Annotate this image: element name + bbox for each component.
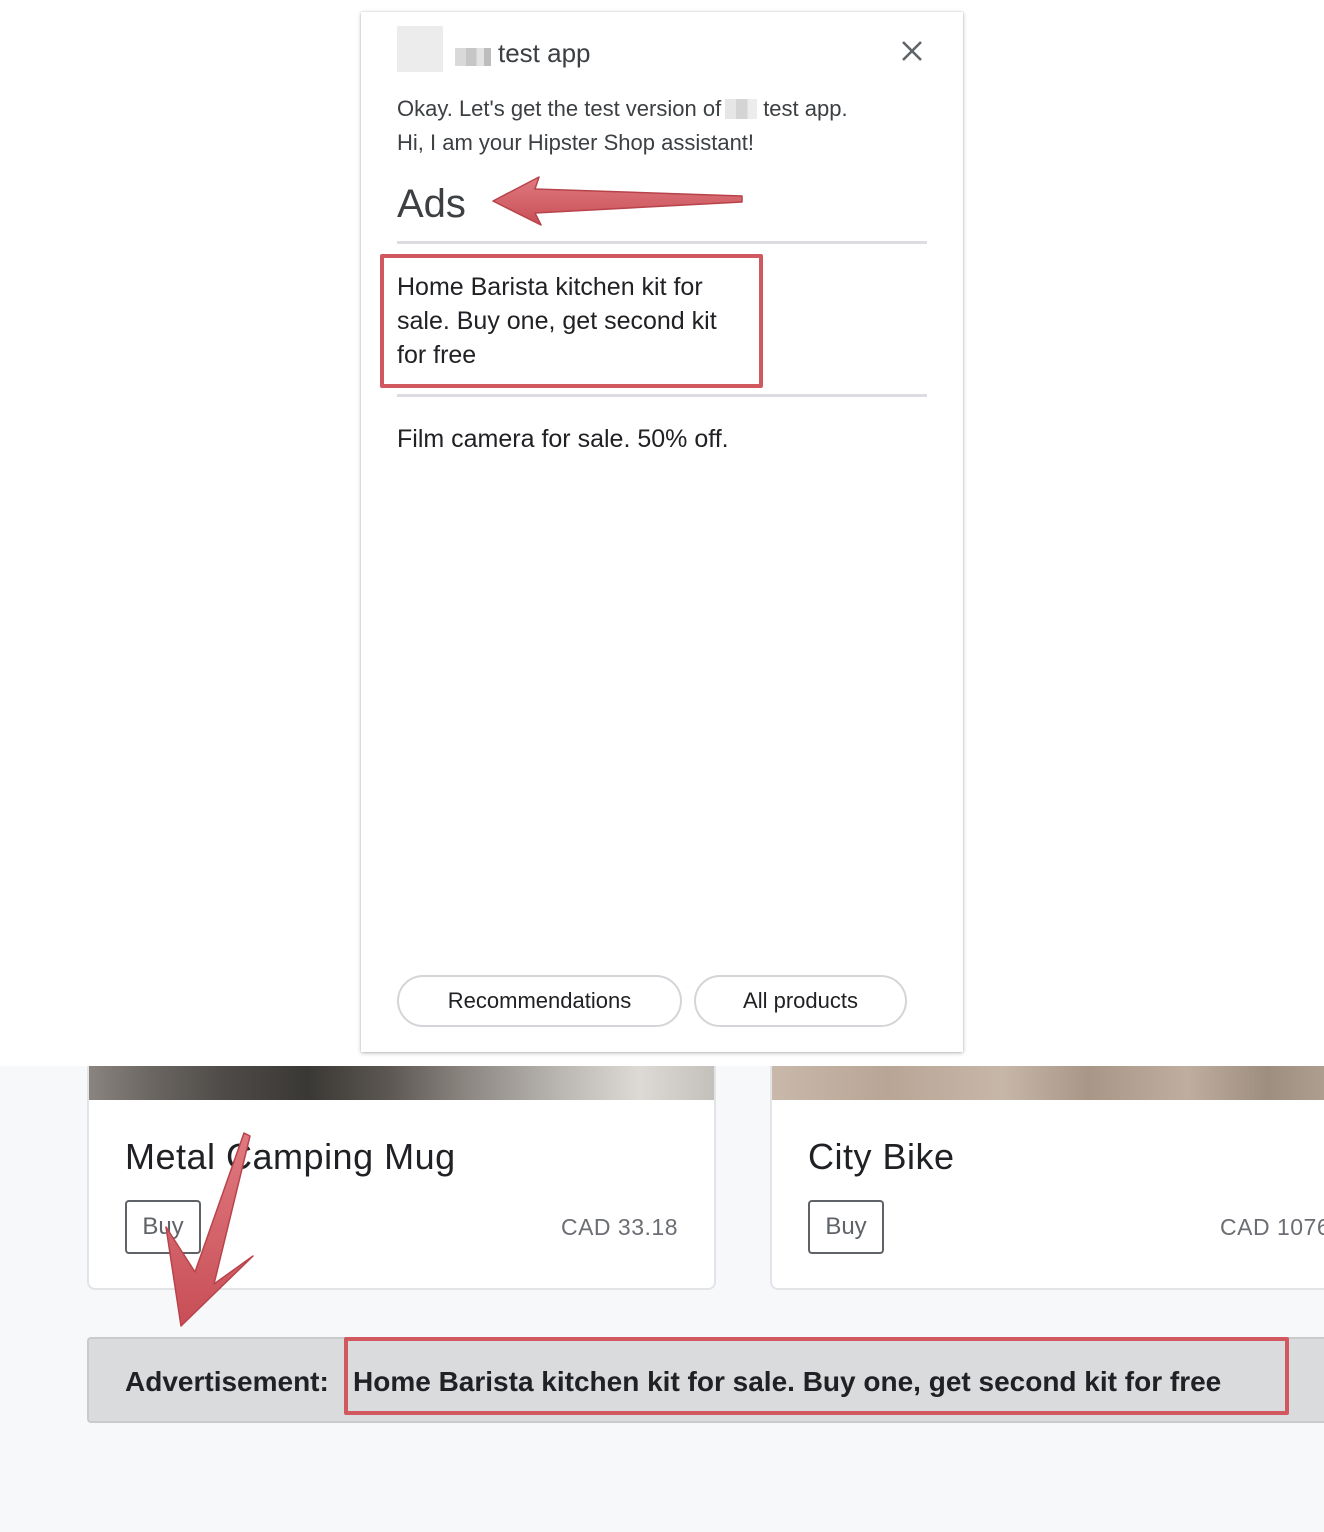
assistant-message-line-2: Hi, I am your Hipster Shop assistant! bbox=[397, 130, 755, 155]
app-name: test app bbox=[498, 38, 591, 68]
close-icon[interactable] bbox=[897, 36, 927, 66]
redacted-app-name bbox=[725, 99, 758, 119]
product-image[interactable] bbox=[89, 1066, 714, 1100]
buy-button[interactable]: Buy bbox=[125, 1200, 201, 1254]
divider bbox=[397, 394, 927, 397]
product-card-metal-camping-mug[interactable]: Metal Camping Mug Buy CAD 33.18 bbox=[87, 1066, 716, 1290]
message-text: test app. bbox=[763, 96, 848, 121]
close-button[interactable] bbox=[897, 36, 927, 66]
product-image[interactable] bbox=[772, 1066, 1324, 1100]
redacted-app-name bbox=[455, 48, 491, 66]
recommendations-chip[interactable]: Recommendations bbox=[397, 975, 682, 1027]
product-card-city-bike[interactable]: City Bike Buy CAD 1076 bbox=[770, 1066, 1324, 1290]
product-title: City Bike bbox=[808, 1136, 955, 1177]
product-title: Metal Camping Mug bbox=[125, 1136, 456, 1177]
buy-button[interactable]: Buy bbox=[808, 1200, 884, 1254]
advertisement-label: Advertisement: bbox=[125, 1366, 329, 1397]
product-price: CAD 1076 bbox=[1220, 1214, 1324, 1240]
message-text: Okay. Let's get the test version of bbox=[397, 96, 722, 121]
ad-item-film-camera[interactable]: Film camera for sale. 50% off. bbox=[397, 422, 729, 456]
all-products-chip[interactable]: All products bbox=[694, 975, 907, 1027]
divider bbox=[397, 241, 927, 244]
annotation-highlight-box bbox=[380, 254, 763, 388]
assistant-dialog: test app Okay. Let's get the test versio… bbox=[361, 12, 963, 1052]
product-price: CAD 33.18 bbox=[560, 1214, 678, 1240]
ads-heading: Ads bbox=[397, 182, 466, 226]
annotation-highlight-box bbox=[344, 1337, 1289, 1415]
app-icon bbox=[397, 26, 443, 72]
assistant-message-line-1: Okay. Let's get the test version of test … bbox=[397, 96, 848, 122]
